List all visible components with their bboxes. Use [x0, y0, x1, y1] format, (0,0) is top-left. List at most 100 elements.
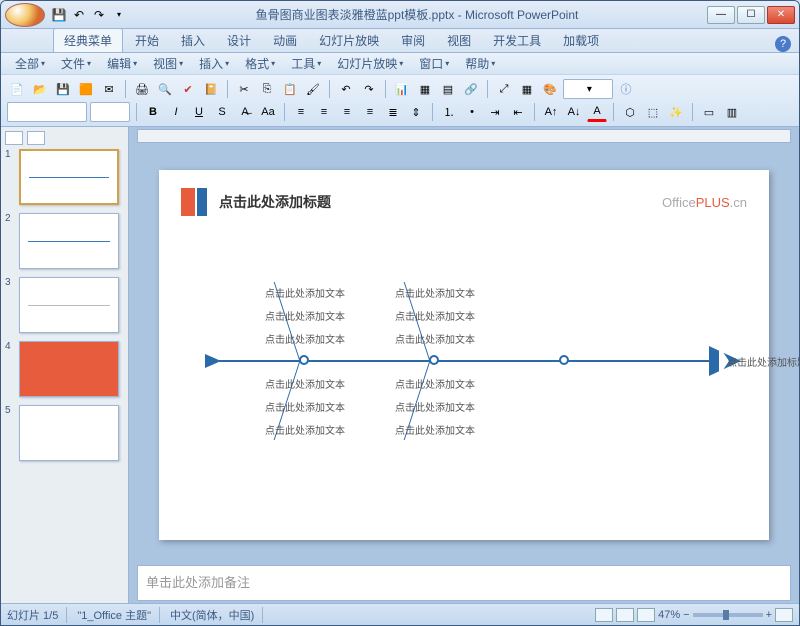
save-icon[interactable]: 💾 [51, 7, 67, 23]
menu-insert[interactable]: 插入▾ [193, 53, 235, 74]
menu-tools[interactable]: 工具▾ [285, 53, 327, 74]
menu-format[interactable]: 格式▾ [239, 53, 281, 74]
color-icon[interactable]: 🎨 [540, 79, 560, 99]
fishbone-labels[interactable]: 点击此处添加文本点击此处添加文本点击此处添加文本 [395, 376, 475, 437]
tab-home[interactable]: 开始 [125, 29, 169, 52]
menu-edit[interactable]: 编辑▾ [101, 53, 143, 74]
fontcolor-icon[interactable]: A [587, 102, 607, 122]
paste-icon[interactable]: 📋 [280, 79, 300, 99]
increase-indent-icon[interactable]: ⇥ [485, 102, 505, 122]
tab-slideshow[interactable]: 幻灯片放映 [309, 29, 389, 52]
fishbone-labels[interactable]: 点击此处添加文本点击此处添加文本点击此处添加文本 [265, 376, 345, 437]
slide-title[interactable]: 点击此处添加标题 [219, 192, 331, 212]
office-button[interactable] [5, 3, 45, 27]
research-icon[interactable]: 📔 [201, 79, 221, 99]
chart-icon[interactable]: 📊 [392, 79, 412, 99]
changecase-icon[interactable]: Aa [258, 102, 278, 122]
italic-icon[interactable]: I [166, 102, 186, 122]
tab-design[interactable]: 设计 [217, 29, 261, 52]
thumb-4[interactable]: 4 [5, 341, 124, 397]
spellcheck-icon[interactable]: ✔ [178, 79, 198, 99]
layout-icon[interactable]: ▥ [722, 102, 742, 122]
tab-addons[interactable]: 加载项 [553, 29, 609, 52]
hyperlink-icon[interactable]: 🔗 [461, 79, 481, 99]
menu-slideshow[interactable]: 幻灯片放映▾ [331, 53, 409, 74]
zoom-in-button[interactable]: + [766, 609, 772, 621]
redo-icon[interactable]: ↷ [91, 7, 107, 23]
slide-canvas[interactable]: 点击此处添加标题 OfficePLUS.cn [159, 170, 769, 540]
shadow-icon[interactable]: S [212, 102, 232, 122]
permission-icon[interactable]: 🟧 [76, 79, 96, 99]
email-icon[interactable]: ✉ [99, 79, 119, 99]
incfont-icon[interactable]: A↑ [541, 102, 561, 122]
menu-help[interactable]: 帮助▾ [459, 53, 501, 74]
numbering-icon[interactable]: ⒈ [439, 102, 459, 122]
menu-window[interactable]: 窗口▾ [413, 53, 455, 74]
fishbone-labels[interactable]: 点击此处添加文本点击此处添加文本点击此处添加文本 [395, 285, 475, 346]
redo-icon[interactable]: ↷ [359, 79, 379, 99]
slideshow-view-button[interactable] [637, 608, 655, 622]
status-language[interactable]: 中文(简体，中国) [170, 607, 263, 623]
underline-icon[interactable]: U [189, 102, 209, 122]
align-left-icon[interactable]: ≡ [291, 102, 311, 122]
cut-icon[interactable]: ✂ [234, 79, 254, 99]
grid-icon[interactable]: ▦ [517, 79, 537, 99]
minimize-button[interactable]: — [707, 6, 735, 24]
bold-icon[interactable]: B [143, 102, 163, 122]
thumbnails-tab[interactable] [5, 131, 23, 145]
decrease-indent-icon[interactable]: ⇤ [508, 102, 528, 122]
copy-icon[interactable]: ⎘ [257, 79, 277, 99]
tables-icon[interactable]: ▤ [438, 79, 458, 99]
undo-icon[interactable]: ↶ [336, 79, 356, 99]
close-button[interactable]: ✕ [767, 6, 795, 24]
bullets-icon[interactable]: • [462, 102, 482, 122]
fontsize-dropdown[interactable] [90, 102, 130, 122]
thumb-5[interactable]: 5 [5, 405, 124, 461]
print-icon[interactable]: 🖨 [132, 79, 152, 99]
font-dropdown[interactable] [7, 102, 87, 122]
tab-review[interactable]: 审阅 [391, 29, 435, 52]
decfont-icon[interactable]: A↓ [564, 102, 584, 122]
zoom-slider[interactable] [693, 613, 763, 617]
menu-view[interactable]: 视图▾ [147, 53, 189, 74]
linespacing-icon[interactable]: ⇕ [406, 102, 426, 122]
quickstyle-icon[interactable]: ✨ [666, 102, 686, 122]
table-icon[interactable]: ▦ [415, 79, 435, 99]
fishbone-labels[interactable]: 点击此处添加文本点击此处添加文本点击此处添加文本 [265, 285, 345, 346]
help-icon[interactable]: ⓘ [616, 79, 636, 99]
newslide-icon[interactable]: ▭ [699, 102, 719, 122]
fit-window-button[interactable] [775, 608, 793, 622]
outline-tab[interactable] [27, 131, 45, 145]
expand-icon[interactable]: ⤢ [494, 79, 514, 99]
fishbone-diagram[interactable]: 点击此处添加文本点击此处添加文本点击此处添加文本 点击此处添加文本点击此处添加文… [219, 360, 709, 362]
qat-dropdown-icon[interactable]: ▾ [111, 7, 127, 23]
align-right-icon[interactable]: ≡ [337, 102, 357, 122]
align-center-icon[interactable]: ≡ [314, 102, 334, 122]
new-icon[interactable]: 📄 [7, 79, 27, 99]
notes-pane[interactable]: 单击此处添加备注 [137, 565, 791, 601]
save-icon[interactable]: 💾 [53, 79, 73, 99]
help-icon[interactable]: ? [775, 36, 791, 52]
tab-devtools[interactable]: 开发工具 [483, 29, 551, 52]
tab-animation[interactable]: 动画 [263, 29, 307, 52]
strikethrough-icon[interactable]: A̶ [235, 102, 255, 122]
fishbone-end-label[interactable]: 点击此处添加标题 [727, 354, 799, 369]
open-icon[interactable]: 📂 [30, 79, 50, 99]
maximize-button[interactable]: ☐ [737, 6, 765, 24]
tab-insert[interactable]: 插入 [171, 29, 215, 52]
justify-icon[interactable]: ≡ [360, 102, 380, 122]
sorter-view-button[interactable] [616, 608, 634, 622]
zoom-out-button[interactable]: − [683, 609, 689, 621]
thumb-1[interactable]: 1 [5, 149, 124, 205]
shapes-icon[interactable]: ⬡ [620, 102, 640, 122]
status-zoom[interactable]: 47% [658, 609, 680, 621]
thumb-2[interactable]: 2 [5, 213, 124, 269]
menu-all[interactable]: 全部▾ [9, 53, 51, 74]
preview-icon[interactable]: 🔍 [155, 79, 175, 99]
zoom-dropdown[interactable]: ▾ [563, 79, 613, 99]
menu-file[interactable]: 文件▾ [55, 53, 97, 74]
undo-icon[interactable]: ↶ [71, 7, 87, 23]
normal-view-button[interactable] [595, 608, 613, 622]
thumb-3[interactable]: 3 [5, 277, 124, 333]
arrange-icon[interactable]: ⬚ [643, 102, 663, 122]
